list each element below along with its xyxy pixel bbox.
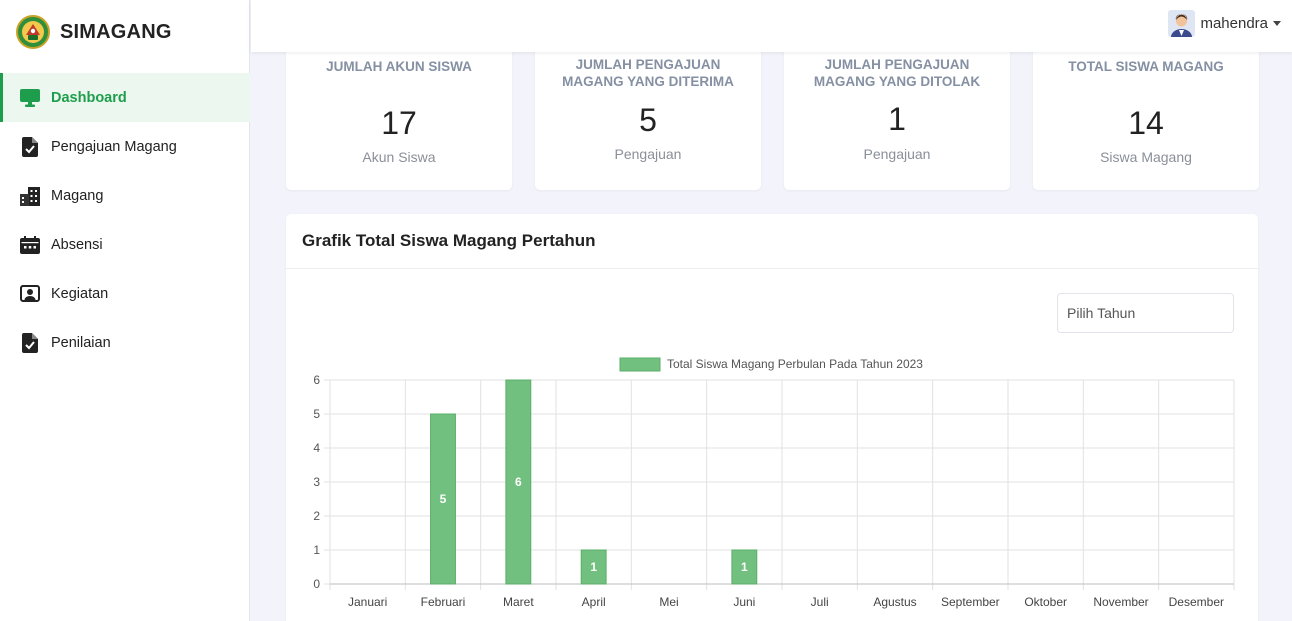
sidebar-item-label: Kegiatan [51,285,109,302]
calendar-icon [20,235,40,255]
stat-title: JUMLAH PENGAJUAN MAGANG YANG DITOLAK [813,57,981,89]
brand[interactable]: SIMAGANG [16,12,172,52]
x-tick-label: Oktober [1024,595,1067,609]
user-square-icon [20,284,40,304]
stat-card-pengajuan-diterima: JUMLAH PENGAJUAN MAGANG YANG DITERIMA 5 … [535,40,761,190]
stat-subtitle: Pengajuan [614,146,682,162]
y-tick-label: 4 [313,441,320,455]
x-tick-label: November [1093,595,1148,609]
user-name: mahendra [1200,14,1268,32]
stat-value: 14 [1128,105,1164,141]
sidebar-item-label: Pengajuan Magang [51,138,177,155]
sidebar-item-label: Penilaian [51,334,111,351]
sidebar-item-kegiatan[interactable]: Kegiatan [0,269,250,318]
legend-label: Total Siswa Magang Perbulan Pada Tahun 2… [667,357,923,371]
bar-chart: Total Siswa Magang Perbulan Pada Tahun 2… [313,357,1235,609]
file-check-icon [20,136,40,157]
sidebar-item-label: Absensi [51,236,103,253]
x-tick-label: Februari [421,595,466,609]
y-tick-label: 5 [313,407,320,421]
brand-name: SIMAGANG [60,20,172,43]
x-tick-label: Mei [659,595,678,609]
sidebar: SIMAGANG Dashboard Pengajuan Magang Maga… [0,0,250,621]
data-label: 1 [741,560,748,574]
y-tick-label: 0 [313,577,320,591]
user-menu[interactable]: mahendra [1168,9,1281,37]
x-tick-label: Maret [503,595,534,609]
x-tick-label: September [941,595,1000,609]
y-tick-label: 3 [313,475,320,489]
year-select-input[interactable] [1057,293,1234,333]
stat-title: JUMLAH AKUN SISWA [326,59,472,74]
x-tick-label: Januari [348,595,387,609]
stat-value: 1 [888,101,906,137]
sidebar-item-label: Magang [51,187,104,204]
stat-card-total-siswa-magang: TOTAL SISWA MAGANG 14 Siswa Magang [1033,40,1259,190]
y-tick-label: 2 [313,509,320,523]
stat-card-pengajuan-ditolak: JUMLAH PENGAJUAN MAGANG YANG DITOLAK 1 P… [784,40,1010,190]
stat-subtitle: Akun Siswa [362,149,436,165]
sidebar-nav: Dashboard Pengajuan Magang Magang Absens… [0,73,250,367]
chart-header: Grafik Total Siswa Magang Pertahun [286,214,1258,269]
y-tick-label: 1 [313,543,320,557]
x-tick-label: April [582,595,606,609]
sidebar-item-penilaian[interactable]: Penilaian [0,318,250,367]
stat-card-akun-siswa: JUMLAH AKUN SISWA 17 Akun Siswa [286,40,512,190]
x-tick-label: Juli [811,595,829,609]
stat-subtitle: Siswa Magang [1100,149,1192,165]
x-tick-label: Desember [1169,595,1224,609]
data-label: 6 [515,475,522,489]
x-tick-label: Agustus [873,595,916,609]
file-check-icon [20,332,40,353]
data-label: 5 [440,492,447,506]
sidebar-item-absensi[interactable]: Absensi [0,220,250,269]
caret-down-icon [1273,20,1281,26]
stat-value: 5 [639,102,657,138]
x-tick-label: Juni [733,595,755,609]
monitor-icon [20,88,40,108]
school-logo-icon [16,15,50,49]
sidebar-item-dashboard[interactable]: Dashboard [0,73,250,122]
stat-title: TOTAL SISWA MAGANG [1068,59,1224,74]
chart-title: Grafik Total Siswa Magang Pertahun [302,231,596,250]
stat-subtitle: Pengajuan [863,146,931,162]
sidebar-item-label: Dashboard [51,89,127,106]
chart-card: Grafik Total Siswa Magang Pertahun Total… [286,214,1258,621]
sidebar-item-pengajuan-magang[interactable]: Pengajuan Magang [0,122,250,171]
sidebar-item-magang[interactable]: Magang [0,171,250,220]
avatar [1168,9,1196,37]
stat-value: 17 [381,105,417,141]
topbar: mahendra [251,0,1292,52]
building-icon [20,186,40,206]
stat-title: JUMLAH PENGAJUAN MAGANG YANG DITERIMA [562,57,734,89]
data-label: 1 [590,560,597,574]
legend-swatch [619,357,661,372]
y-tick-label: 6 [313,373,320,387]
